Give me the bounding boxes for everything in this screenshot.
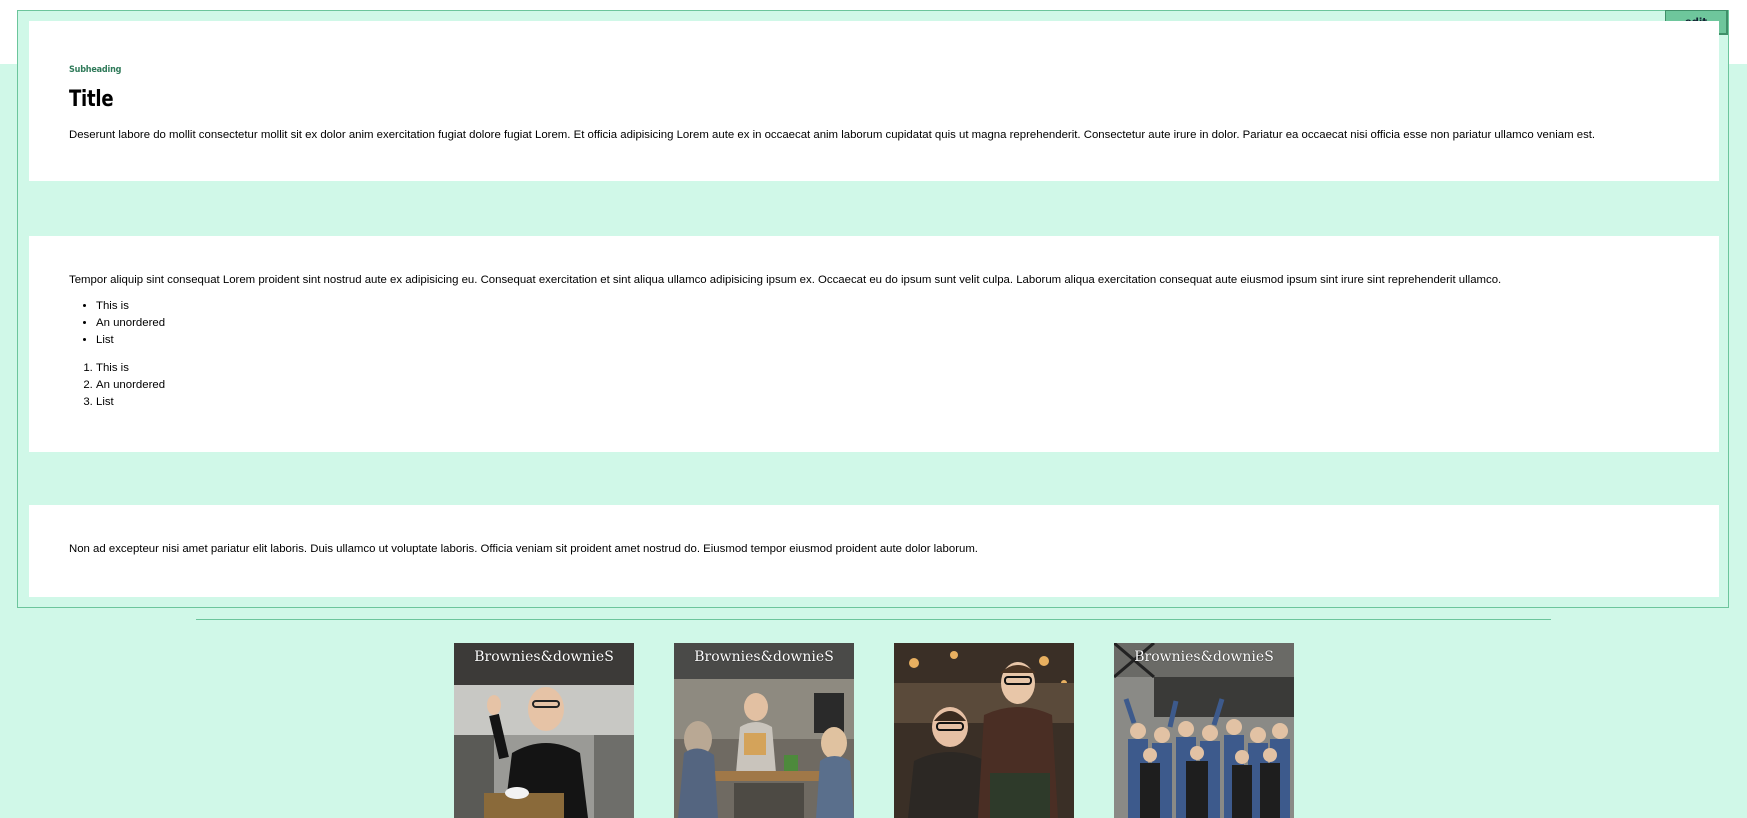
list-section-paragraph: Tempor aliquip sint consequat Lorem proi… [69, 274, 1502, 286]
shop-sign-text: Brownies&downieS [1134, 649, 1274, 665]
shop-sign-text: Brownies&downieS [694, 649, 834, 665]
list-item: List [96, 332, 165, 349]
photo-two-staff [894, 643, 1074, 818]
photo-team-group: Brownies&downieS [1114, 643, 1294, 818]
intro-paragraph: Deserunt labore do mollit consectetur mo… [69, 129, 1596, 141]
page-title: Title [69, 87, 114, 112]
list-item: An unordered [96, 315, 165, 332]
list-section: Tempor aliquip sint consequat Lorem proi… [29, 236, 1719, 452]
photo-cafe-interior: Brownies&downieS [674, 643, 854, 818]
unordered-list: This is An unordered List [69, 298, 165, 349]
list-item: This is [96, 298, 165, 315]
closing-section: Non ad excepteur nisi amet pariatur elit… [29, 505, 1719, 597]
ordered-list: This is An unordered List [69, 360, 165, 411]
list-item: An unordered [96, 377, 165, 394]
section-subheading: Subheading [69, 65, 122, 75]
closing-paragraph: Non ad excepteur nisi amet pariatur elit… [69, 543, 978, 555]
photo-waiter: Brownies&downieS [454, 643, 634, 818]
shop-sign-text: Brownies&downieS [474, 649, 614, 665]
intro-section: Subheading Title Deserunt labore do moll… [29, 21, 1719, 181]
section-divider [196, 619, 1551, 620]
list-item: List [96, 394, 165, 411]
list-item: This is [96, 360, 165, 377]
